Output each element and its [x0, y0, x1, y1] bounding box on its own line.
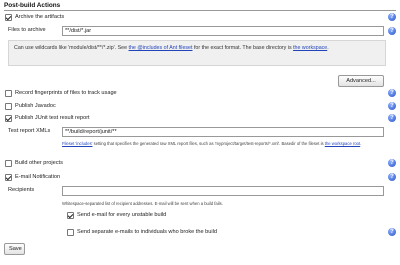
help-icon[interactable]: ? — [388, 89, 396, 97]
fingerprints-label: Record fingerprints of files to track us… — [15, 90, 117, 96]
unstable-build-checkbox[interactable] — [67, 212, 74, 219]
help-icon[interactable]: ? — [388, 114, 396, 122]
help-icon[interactable]: ? — [388, 173, 396, 181]
files-to-archive-input[interactable]: **/dist/*.jar — [62, 26, 384, 36]
help-icon[interactable]: ? — [388, 228, 396, 236]
workspace-root-link[interactable]: the workspace root — [325, 141, 360, 146]
recipients-input[interactable] — [62, 186, 384, 196]
test-report-xmls-input[interactable]: **/build/report/junit/** — [62, 127, 384, 137]
build-other-projects-label: Build other projects — [15, 160, 63, 166]
archive-help-suffix: . — [327, 45, 329, 51]
recipients-label: Recipients — [8, 187, 35, 193]
email-notification-label: E-mail Notification — [15, 174, 61, 180]
javadoc-checkbox[interactable] — [5, 103, 12, 110]
junit-help-text: Fileset 'includes' setting that specifie… — [62, 141, 394, 147]
recipients-help-text: Whitespace-separated list of recipient a… — [62, 201, 223, 206]
archive-help-prefix: Can use wildcards like 'module/dist/**/*… — [14, 45, 129, 51]
divider — [4, 10, 396, 11]
workspace-link[interactable]: the workspace — [293, 45, 327, 51]
unstable-build-label: Send e-mail for every unstable build — [77, 212, 167, 218]
test-report-xmls-label: Test report XMLs — [8, 128, 51, 134]
individuals-checkbox[interactable] — [67, 229, 74, 236]
ant-fileset-link[interactable]: the @includes of Ant fileset — [129, 45, 193, 51]
advanced-button[interactable]: Advanced... — [338, 75, 384, 87]
junit-help-middle: setting that specifies the generated raw… — [92, 141, 325, 146]
email-notification-checkbox[interactable] — [5, 174, 12, 181]
section-title: Post-build Actions — [4, 2, 61, 9]
help-icon[interactable]: ? — [388, 159, 396, 167]
junit-label: Publish JUnit test result report — [15, 115, 90, 121]
save-button[interactable]: Save — [4, 243, 25, 255]
help-icon[interactable]: ? — [388, 13, 396, 21]
fingerprints-checkbox[interactable] — [5, 90, 12, 97]
archive-label: Archive the artifacts — [15, 14, 65, 20]
help-icon[interactable]: ? — [388, 27, 396, 35]
junit-help-suffix: . — [360, 141, 362, 146]
archive-help-middle: for the exact format. The base directory… — [192, 45, 294, 51]
archive-help-text: Can use wildcards like 'module/dist/**/*… — [8, 40, 386, 66]
files-to-archive-label: Files to archive — [8, 27, 46, 33]
junit-checkbox[interactable] — [5, 115, 12, 122]
archive-checkbox[interactable] — [5, 14, 12, 21]
build-other-projects-checkbox[interactable] — [5, 160, 12, 167]
help-icon[interactable]: ? — [388, 102, 396, 110]
fileset-includes-link[interactable]: Fileset 'includes' — [62, 141, 92, 146]
individuals-label: Send separate e-mails to individuals who… — [77, 229, 217, 235]
javadoc-label: Publish Javadoc — [15, 103, 56, 109]
